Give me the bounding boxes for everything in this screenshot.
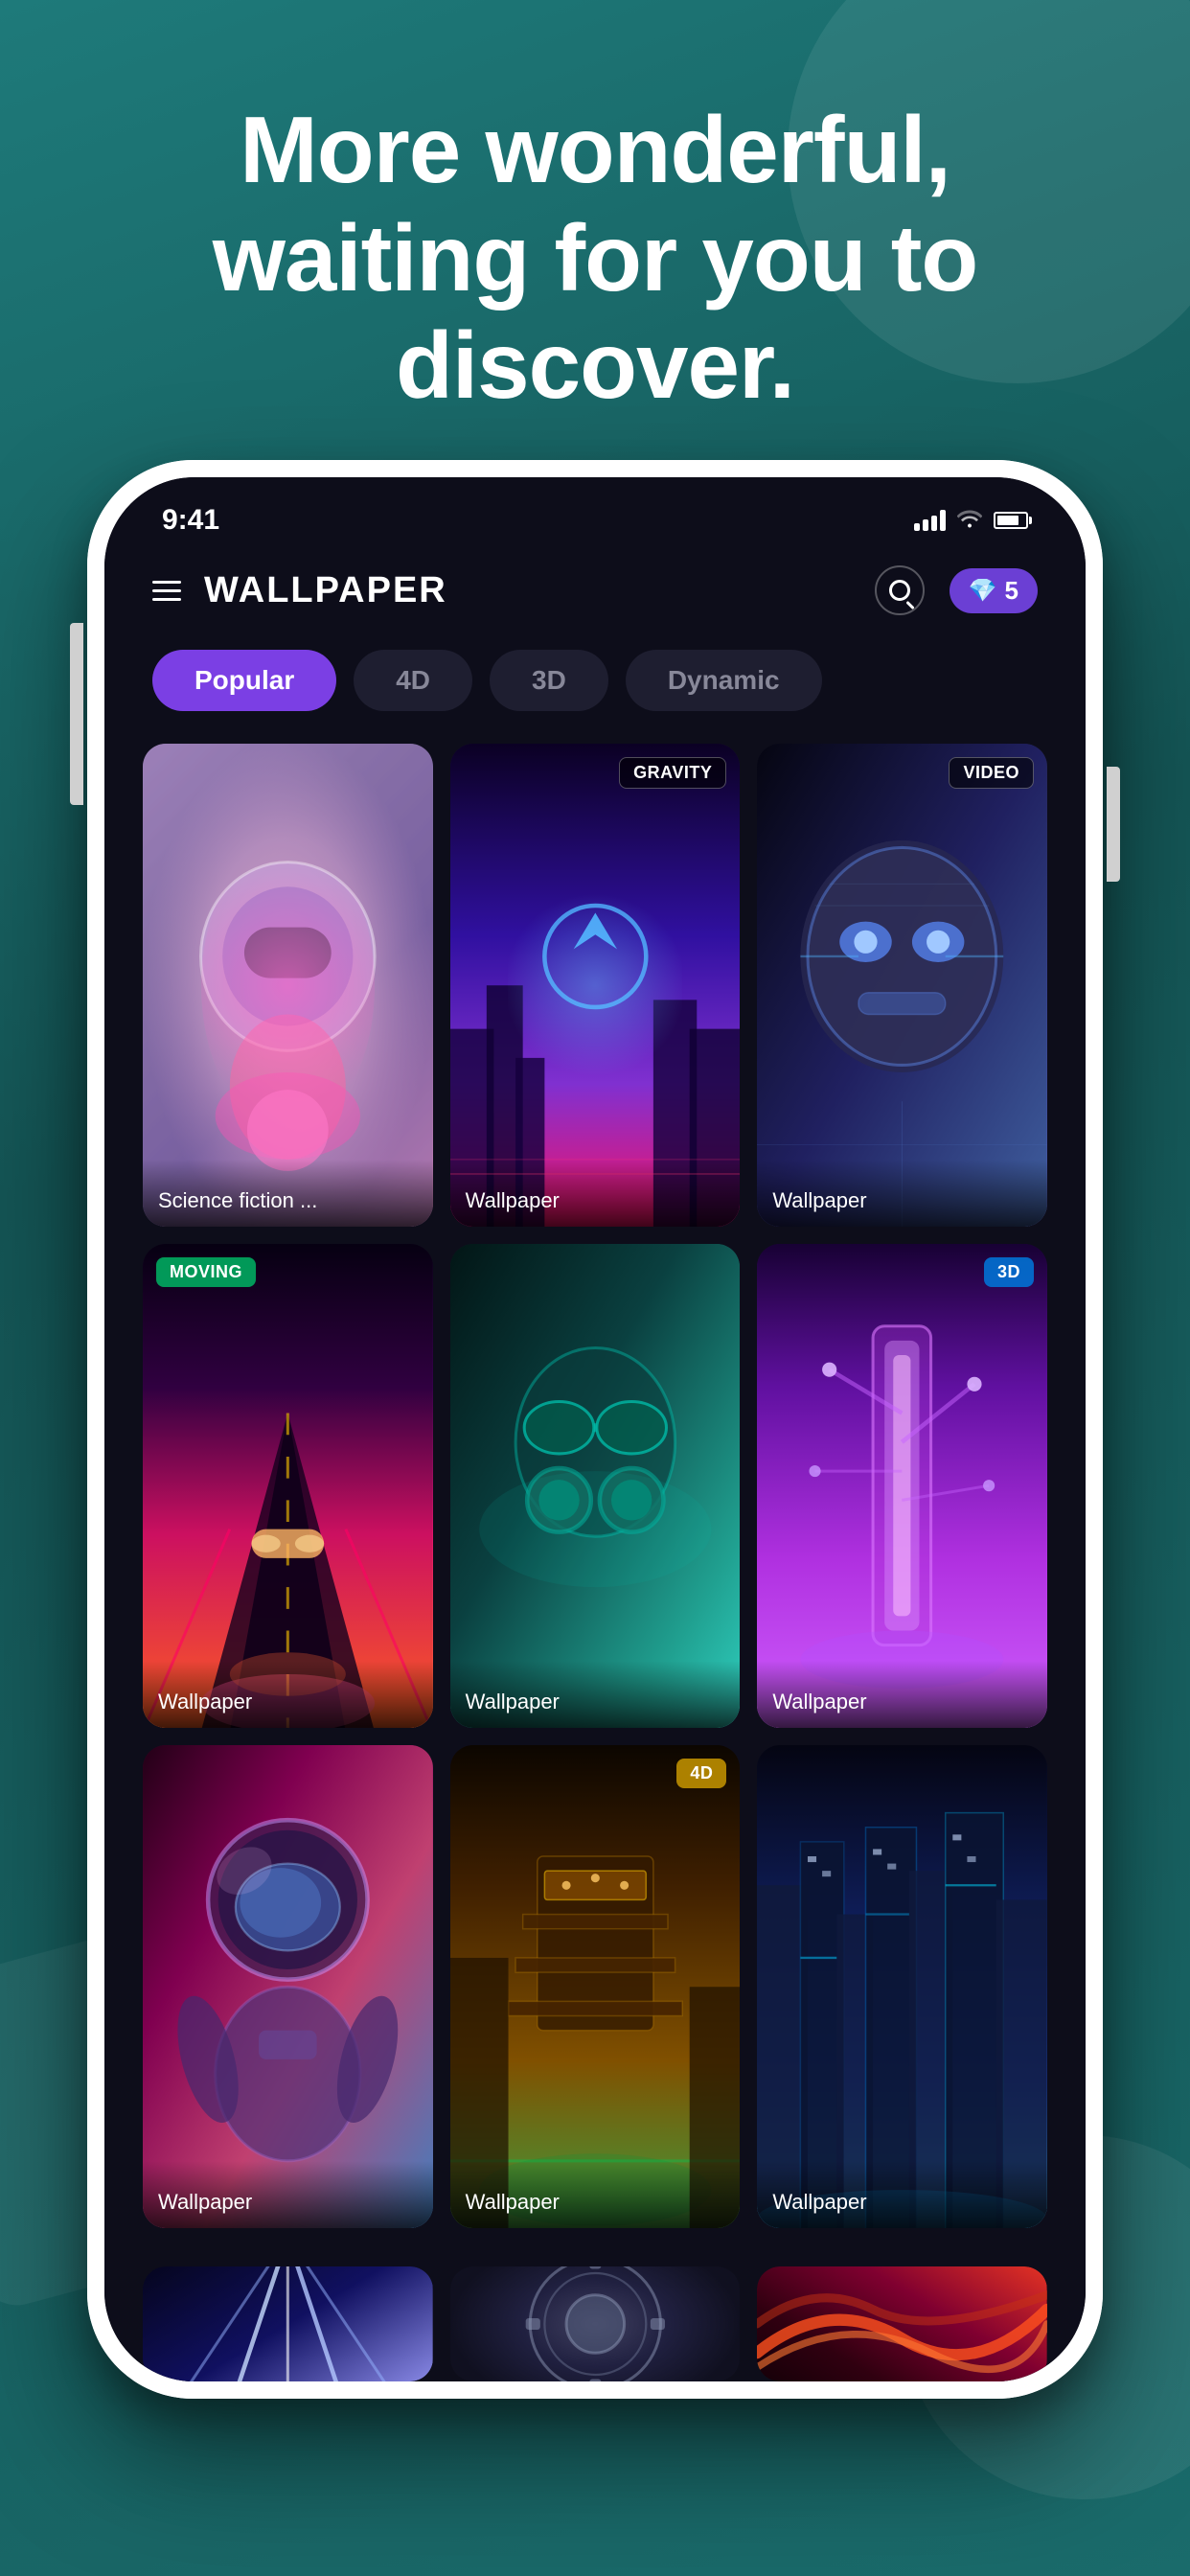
- wp-label-5: Wallpaper: [450, 1661, 741, 1728]
- header-right: 💎 5: [875, 565, 1038, 615]
- wallpaper-item-2[interactable]: GRAVITY Wallpaper: [450, 744, 741, 1227]
- tab-4d[interactable]: 4D: [354, 650, 472, 711]
- phone-screen: 9:41: [104, 477, 1086, 2381]
- wp-badge-3: VIDEO: [949, 757, 1034, 789]
- search-button[interactable]: [875, 565, 925, 615]
- wp-badge-8: 4D: [676, 1759, 726, 1788]
- status-icons: [914, 507, 1028, 534]
- bottom-partial-row: [104, 2266, 1086, 2381]
- wp-label-9: Wallpaper: [757, 2161, 1047, 2228]
- wp-bg-1: [143, 744, 433, 1227]
- wallpaper-item-3[interactable]: VIDEO Wallpaper: [757, 744, 1047, 1227]
- tab-3d[interactable]: 3D: [490, 650, 608, 711]
- category-tabs: Popular 4D 3D Dynamic: [104, 634, 1086, 734]
- wallpaper-item-10[interactable]: [143, 2266, 433, 2381]
- wp-label-4: Wallpaper: [143, 1661, 433, 1728]
- gems-badge[interactable]: 💎 5: [950, 568, 1038, 613]
- wp-label-7: Wallpaper: [143, 2161, 433, 2228]
- wp-badge-4: MOVING: [156, 1257, 256, 1287]
- wp-bg-9: [757, 1745, 1047, 2228]
- phone-mockup: 9:41: [87, 460, 1103, 2399]
- wp-bg-6: [757, 1244, 1047, 1727]
- menu-button[interactable]: [152, 581, 181, 601]
- wallpaper-item-7[interactable]: Wallpaper: [143, 1745, 433, 2228]
- wallpaper-item-4[interactable]: MOVING Wallpaper: [143, 1244, 433, 1727]
- gem-icon: 💎: [969, 577, 997, 605]
- wp-label-6: Wallpaper: [757, 1661, 1047, 1728]
- wallpaper-item-12[interactable]: [757, 2266, 1047, 2381]
- wp-bg-3: [757, 744, 1047, 1227]
- app-header: WALLPAPER 💎 5: [104, 546, 1086, 634]
- app-title: WALLPAPER: [204, 570, 447, 611]
- wallpaper-grid: Science fiction ...: [104, 734, 1086, 2266]
- wallpaper-item-1[interactable]: Science fiction ...: [143, 744, 433, 1227]
- wp-badge-2: GRAVITY: [619, 757, 726, 789]
- status-bar: 9:41: [104, 477, 1086, 546]
- wp-bg-4: [143, 1244, 433, 1727]
- wallpaper-item-8[interactable]: 4D Wallpaper: [450, 1745, 741, 2228]
- wallpaper-item-11[interactable]: [450, 2266, 741, 2381]
- wallpaper-item-5[interactable]: Wallpaper: [450, 1244, 741, 1727]
- battery-icon: [994, 512, 1028, 529]
- wallpaper-item-6[interactable]: 3D Wallpaper: [757, 1244, 1047, 1727]
- wifi-icon: [957, 507, 982, 534]
- signal-icon: [914, 510, 946, 531]
- tab-dynamic[interactable]: Dynamic: [626, 650, 822, 711]
- gems-count: 5: [1005, 576, 1018, 606]
- wp-label-8: Wallpaper: [450, 2161, 741, 2228]
- wp-bg-8: [450, 1745, 741, 2228]
- wp-label-2: Wallpaper: [450, 1160, 741, 1227]
- status-time: 9:41: [162, 504, 219, 537]
- wp-badge-6: 3D: [984, 1257, 1034, 1287]
- wp-bg-5: [450, 1244, 741, 1727]
- wp-label-3: Wallpaper: [757, 1160, 1047, 1227]
- wp-bg-7: [143, 1745, 433, 2228]
- tab-popular[interactable]: Popular: [152, 650, 336, 711]
- header-left: WALLPAPER: [152, 570, 447, 611]
- headline-section: More wonderful, waiting for you to disco…: [0, 96, 1190, 420]
- wp-label-1: Science fiction ...: [143, 1160, 433, 1227]
- wallpaper-item-9[interactable]: Wallpaper: [757, 1745, 1047, 2228]
- wp-bg-2: [450, 744, 741, 1227]
- headline-text: More wonderful, waiting for you to disco…: [77, 96, 1113, 420]
- battery-fill: [997, 516, 1018, 525]
- search-icon: [889, 580, 910, 601]
- phone-frame: 9:41: [87, 460, 1103, 2399]
